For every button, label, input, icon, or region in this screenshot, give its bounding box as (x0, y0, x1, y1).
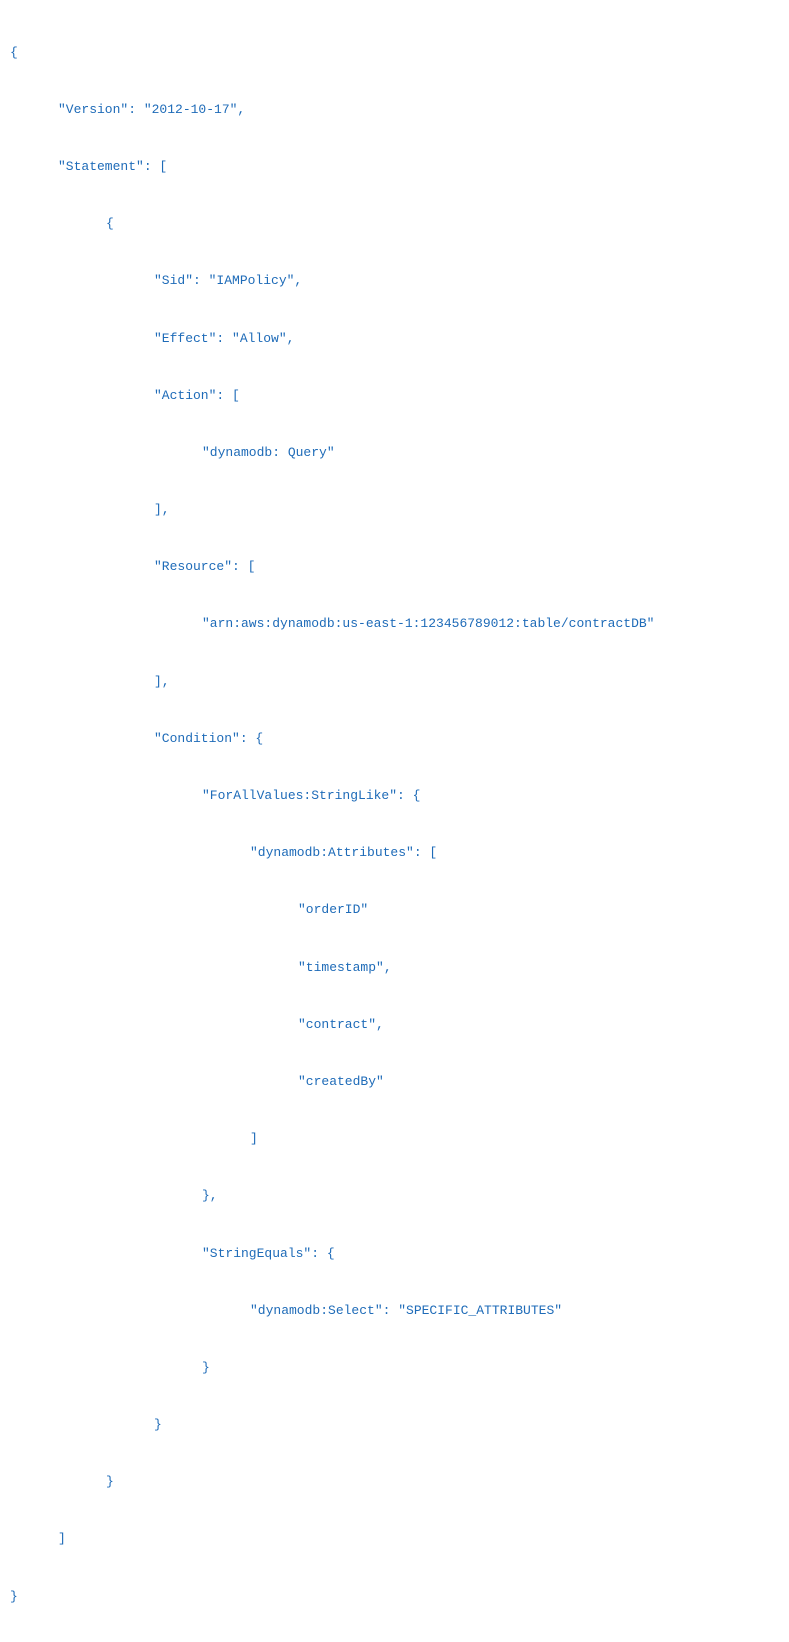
iam-policy-code-block: { "Version": "2012-10-17", "Statement": … (10, 10, 779, 1640)
code-line: ], (10, 496, 779, 525)
code-line: "Version": "2012-10-17", (10, 96, 779, 125)
code-line: "dynamodb: Query" (10, 439, 779, 468)
code-line: "timestamp", (10, 954, 779, 983)
code-line: } (10, 1583, 779, 1612)
code-line: "arn:aws:dynamodb:us-east-1:123456789012… (10, 610, 779, 639)
code-line: } (10, 1354, 779, 1383)
code-line: } (10, 1411, 779, 1440)
code-line: }, (10, 1182, 779, 1211)
code-line: ], (10, 668, 779, 697)
code-line: "contract", (10, 1011, 779, 1040)
code-line: "Statement": [ (10, 153, 779, 182)
code-line: "Resource": [ (10, 553, 779, 582)
code-line: "dynamodb:Select": "SPECIFIC_ATTRIBUTES" (10, 1297, 779, 1326)
code-line: "Action": [ (10, 382, 779, 411)
code-line: "ForAllValues:StringLike": { (10, 782, 779, 811)
code-line: { (10, 210, 779, 239)
code-line: "dynamodb:Attributes": [ (10, 839, 779, 868)
code-line: "StringEquals": { (10, 1240, 779, 1269)
code-line: } (10, 1468, 779, 1497)
code-line: "Effect": "Allow", (10, 325, 779, 354)
code-line: "Sid": "IAMPolicy", (10, 267, 779, 296)
code-line: "orderID" (10, 896, 779, 925)
code-line: "createdBy" (10, 1068, 779, 1097)
code-line: ] (10, 1525, 779, 1554)
code-line: ] (10, 1125, 779, 1154)
code-line: { (10, 39, 779, 68)
code-line: "Condition": { (10, 725, 779, 754)
